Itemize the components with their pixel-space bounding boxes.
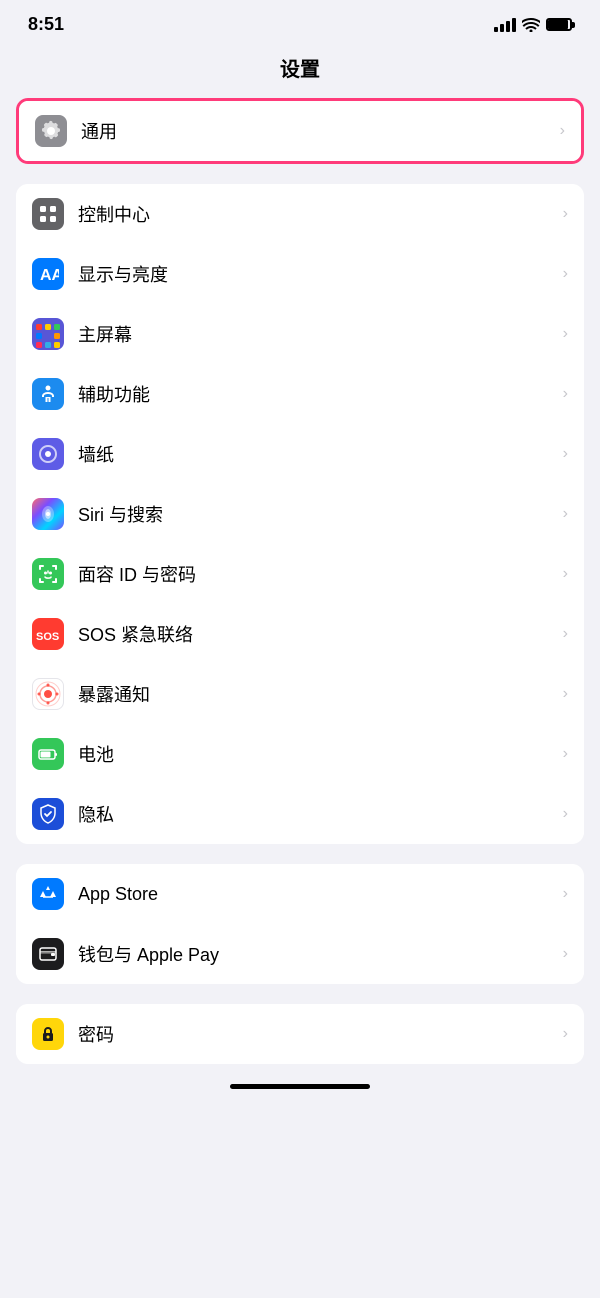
appstore-chevron: › <box>563 885 568 903</box>
settings-item-privacy[interactable]: 隐私 › <box>16 784 584 844</box>
faceid-chevron: › <box>563 565 568 583</box>
homescreen-chevron: › <box>563 325 568 343</box>
settings-item-appstore[interactable]: App Store › <box>16 864 584 924</box>
appstore-icon <box>32 878 64 910</box>
settings-item-display[interactable]: AA 显示与亮度 › <box>16 244 584 304</box>
store-section: App Store › 钱包与 Apple Pay › <box>16 864 584 984</box>
exposure-label: 暴露通知 <box>78 681 559 707</box>
accessibility-chevron: › <box>563 385 568 403</box>
password-section: 密码 › <box>16 1004 584 1064</box>
wallet-chevron: › <box>563 945 568 963</box>
privacy-label: 隐私 <box>78 801 559 827</box>
settings-item-battery[interactable]: 电池 › <box>16 724 584 784</box>
settings-item-exposure[interactable]: 暴露通知 › <box>16 664 584 724</box>
settings-item-passwords[interactable]: 密码 › <box>16 1004 584 1064</box>
faceid-label: 面容 ID 与密码 <box>78 561 559 587</box>
wallpaper-icon <box>32 438 64 470</box>
general-label: 通用 <box>81 118 556 144</box>
status-time: 8:51 <box>28 14 64 35</box>
settings-item-control-center[interactable]: 控制中心 › <box>16 184 584 244</box>
wallpaper-chevron: › <box>563 445 568 463</box>
general-chevron: › <box>560 122 565 140</box>
siri-label: Siri 与搜索 <box>78 501 559 527</box>
wifi-icon <box>522 18 540 32</box>
homescreen-icon <box>32 318 64 350</box>
control-center-chevron: › <box>563 205 568 223</box>
passwords-label: 密码 <box>78 1021 559 1047</box>
general-icon <box>35 115 67 147</box>
wallet-label: 钱包与 Apple Pay <box>78 941 559 967</box>
sos-label: SOS 紧急联络 <box>78 621 559 647</box>
battery-icon <box>32 738 64 770</box>
siri-icon <box>32 498 64 530</box>
settings-item-siri[interactable]: Siri 与搜索 › <box>16 484 584 544</box>
exposure-icon <box>32 678 64 710</box>
wallet-icon <box>32 938 64 970</box>
settings-item-faceid[interactable]: 面容 ID 与密码 › <box>16 544 584 604</box>
status-icons <box>494 18 572 32</box>
control-center-label: 控制中心 <box>78 201 559 227</box>
control-center-icon <box>32 198 64 230</box>
privacy-chevron: › <box>563 805 568 823</box>
battery-status-icon <box>546 18 572 31</box>
settings-item-accessibility[interactable]: 辅助功能 › <box>16 364 584 424</box>
settings-item-wallpaper[interactable]: 墙纸 › <box>16 424 584 484</box>
exposure-chevron: › <box>563 685 568 703</box>
battery-chevron: › <box>563 745 568 763</box>
settings-item-wallet[interactable]: 钱包与 Apple Pay › <box>16 924 584 984</box>
passwords-icon <box>32 1018 64 1050</box>
siri-chevron: › <box>563 505 568 523</box>
passwords-chevron: › <box>563 1025 568 1043</box>
accessibility-label: 辅助功能 <box>78 381 559 407</box>
svg-text:AA: AA <box>40 267 59 284</box>
home-indicator <box>230 1084 370 1089</box>
appstore-label: App Store <box>78 884 559 905</box>
display-section: 控制中心 › AA 显示与亮度 › 主屏幕 › <box>16 184 584 844</box>
sos-chevron: › <box>563 625 568 643</box>
display-icon: AA <box>32 258 64 290</box>
settings-item-homescreen[interactable]: 主屏幕 › <box>16 304 584 364</box>
sos-icon: SOS <box>32 618 64 650</box>
accessibility-icon <box>32 378 64 410</box>
faceid-icon <box>32 558 64 590</box>
settings-item-sos[interactable]: SOS SOS 紧急联络 › <box>16 604 584 664</box>
signal-icon <box>494 18 516 32</box>
status-bar: 8:51 <box>0 0 600 43</box>
wallpaper-label: 墙纸 <box>78 441 559 467</box>
privacy-icon <box>32 798 64 830</box>
settings-item-general[interactable]: 通用 › <box>19 101 581 161</box>
general-section: 通用 › <box>16 98 584 164</box>
display-label: 显示与亮度 <box>78 261 559 287</box>
display-chevron: › <box>563 265 568 283</box>
page-title: 设置 <box>0 43 600 98</box>
homescreen-label: 主屏幕 <box>78 321 559 347</box>
svg-text:SOS: SOS <box>36 631 59 643</box>
battery-label: 电池 <box>78 741 559 767</box>
